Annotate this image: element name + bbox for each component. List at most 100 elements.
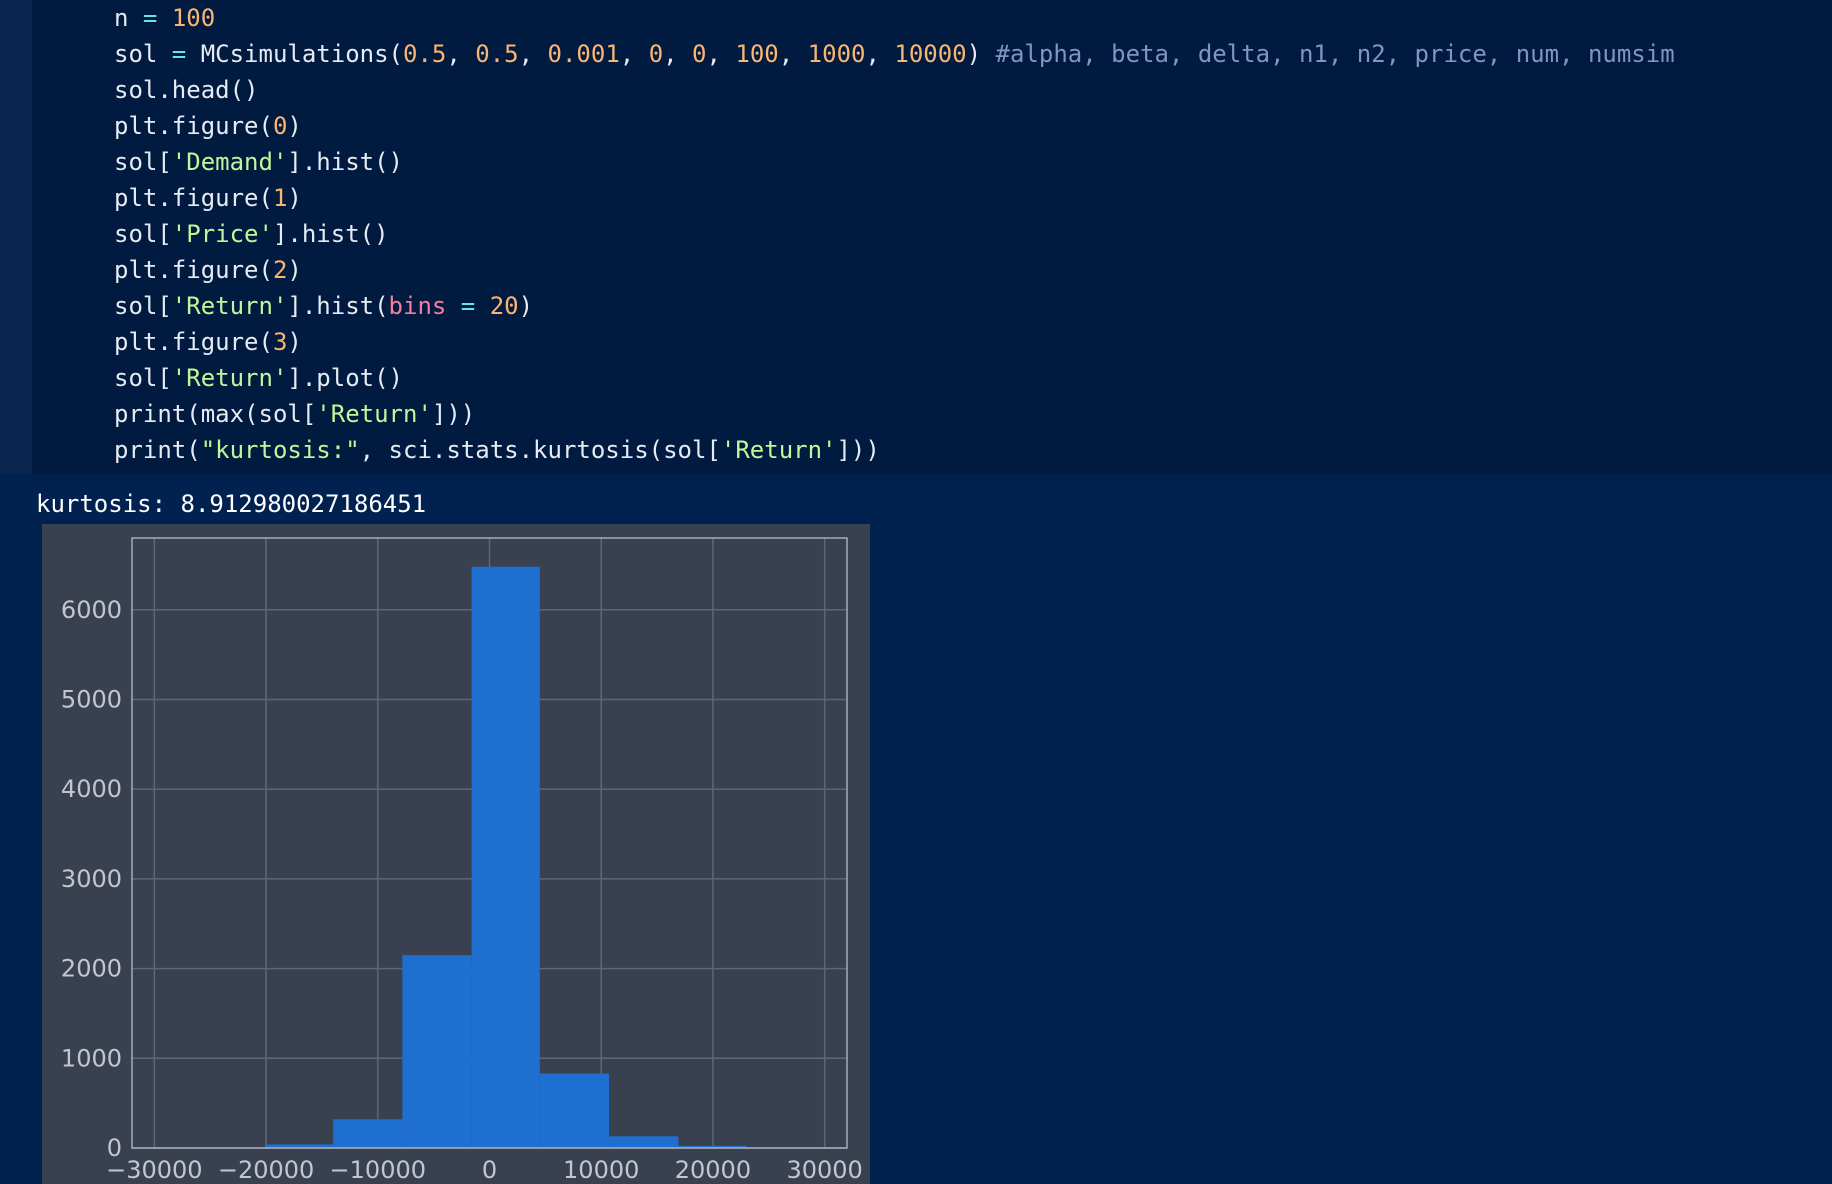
code-token: ]))	[836, 436, 880, 464]
code-line[interactable]: print(max(sol['Return']))	[114, 396, 1675, 432]
code-token: 'Return'	[316, 400, 432, 428]
code-token: 'Demand'	[171, 148, 288, 176]
code-token: ,	[619, 40, 649, 68]
histogram-svg: −30000 −20000 −10000 0 10000 20000 30000010002…	[61, 537, 863, 1184]
code-token: plt.figure(	[114, 256, 273, 284]
x-tick-label: −10000	[330, 1156, 426, 1184]
code-token: MCsimulations(	[186, 40, 403, 68]
code-token: plt.figure(	[114, 112, 273, 140]
code-token: 1	[272, 184, 288, 212]
y-tick-label: 3000	[61, 865, 122, 893]
x-tick-label: 30000	[786, 1156, 862, 1184]
histogram-bar	[471, 566, 540, 1148]
code-token: 100	[171, 4, 216, 32]
code-token: sol.head()	[114, 76, 259, 104]
y-tick-label: 0	[107, 1134, 122, 1162]
code-line[interactable]: plt.figure(0)	[114, 108, 1675, 144]
notebook: n = 100 sol = MCsimulations(0.5, 0.5, 0.0…	[0, 0, 1832, 1184]
histogram-bar	[539, 1073, 610, 1148]
y-tick-label: 5000	[61, 685, 122, 713]
code-line[interactable]: n = 100	[114, 0, 1675, 36]
bar-layer	[264, 566, 747, 1148]
code-token: 1000	[807, 40, 866, 68]
code-token: 0.5	[475, 40, 519, 68]
code-line[interactable]: sol['Return'].plot()	[114, 360, 1675, 396]
code-token: =	[171, 40, 187, 68]
x-tick-label: 10000	[563, 1156, 639, 1184]
cell-output-text: kurtosis: 8.912980027186451	[36, 490, 427, 518]
code-line[interactable]: sol.head()	[114, 72, 1675, 108]
code-token: )	[287, 184, 302, 212]
code-line[interactable]: sol['Return'].hist(bins = 20)	[114, 288, 1675, 324]
cell-gutter[interactable]	[0, 0, 32, 474]
code-token: bins	[388, 292, 447, 320]
code-token: print(max(sol[	[114, 400, 317, 428]
code-token: 3	[272, 328, 288, 356]
code-token: plt.figure(	[114, 328, 273, 356]
code-token: plt.figure(	[114, 184, 273, 212]
code-line[interactable]: sol = MCsimulations(0.5, 0.5, 0.001, 0, …	[114, 36, 1675, 72]
code-token: =	[460, 292, 476, 320]
code-token: 'Return'	[171, 364, 288, 392]
code-token: #alpha, beta, delta, n1, n2, price, num,…	[995, 40, 1675, 68]
code-token: 0	[648, 40, 664, 68]
code-token: , sci.stats.kurtosis(sol[	[359, 436, 721, 464]
code-token: ].hist(	[287, 292, 389, 320]
code-editor[interactable]: n = 100 sol = MCsimulations(0.5, 0.5, 0.0…	[114, 0, 1675, 468]
histogram-bar	[333, 1119, 403, 1148]
histogram-bar	[402, 955, 472, 1148]
y-tick-label: 6000	[61, 596, 122, 624]
code-token: sol[	[114, 148, 172, 176]
code-token: 'Return'	[720, 436, 837, 464]
code-token: print(	[114, 436, 201, 464]
code-line[interactable]: plt.figure(3)	[114, 324, 1675, 360]
code-token: 'Return'	[171, 292, 288, 320]
code-token: )	[287, 112, 302, 140]
y-tick-label: 2000	[61, 955, 122, 983]
code-token: 20	[489, 292, 519, 320]
code-token: ]))	[431, 400, 476, 428]
code-token: ].plot()	[287, 364, 403, 392]
code-line[interactable]: plt.figure(2)	[114, 252, 1675, 288]
code-token: =	[142, 4, 158, 32]
histogram-bar	[609, 1136, 679, 1148]
code-token: ,	[518, 40, 548, 68]
code-token: )	[518, 292, 534, 320]
code-token: )	[287, 256, 302, 284]
code-token: )	[966, 40, 996, 68]
x-tick-label: 20000	[675, 1156, 751, 1184]
code-token: 0	[692, 40, 707, 68]
code-token: 0	[272, 112, 288, 140]
code-token: sol	[114, 40, 172, 68]
code-token: "kurtosis:"	[200, 436, 360, 464]
code-token: ,	[663, 40, 693, 68]
code-line[interactable]: sol['Demand'].hist()	[114, 144, 1675, 180]
code-token: ,	[778, 40, 808, 68]
code-token: sol[	[114, 220, 172, 248]
code-token: 2	[272, 256, 288, 284]
code-token: )	[287, 328, 302, 356]
y-tick-label: 1000	[61, 1044, 122, 1072]
code-token: ,	[865, 40, 895, 68]
code-token: sol[	[114, 364, 172, 392]
code-cell[interactable]: n = 100 sol = MCsimulations(0.5, 0.5, 0.0…	[32, 0, 1832, 474]
histogram-chart: −30000 −20000 −10000 0 10000 20000 30000 0 1000 2…	[42, 524, 870, 1184]
x-tick-label: −20000	[218, 1156, 314, 1184]
code-token: ,	[446, 40, 476, 68]
x-tick-label: 0	[482, 1156, 497, 1184]
code-line[interactable]: sol['Price'].hist()	[114, 216, 1675, 252]
code-token: sol[	[114, 292, 172, 320]
code-line[interactable]: print("kurtosis:", sci.stats.kurtosis(so…	[114, 432, 1675, 468]
code-token: ,	[706, 40, 736, 68]
code-token: 0.001	[547, 40, 620, 68]
code-token: 'Price'	[171, 220, 273, 248]
code-token: 10000	[894, 40, 967, 68]
code-line[interactable]: plt.figure(1)	[114, 180, 1675, 216]
code-token: 0.5	[403, 40, 447, 68]
code-token: ].hist()	[272, 220, 389, 248]
code-token: n	[114, 4, 143, 32]
code-token: ].hist()	[287, 148, 403, 176]
